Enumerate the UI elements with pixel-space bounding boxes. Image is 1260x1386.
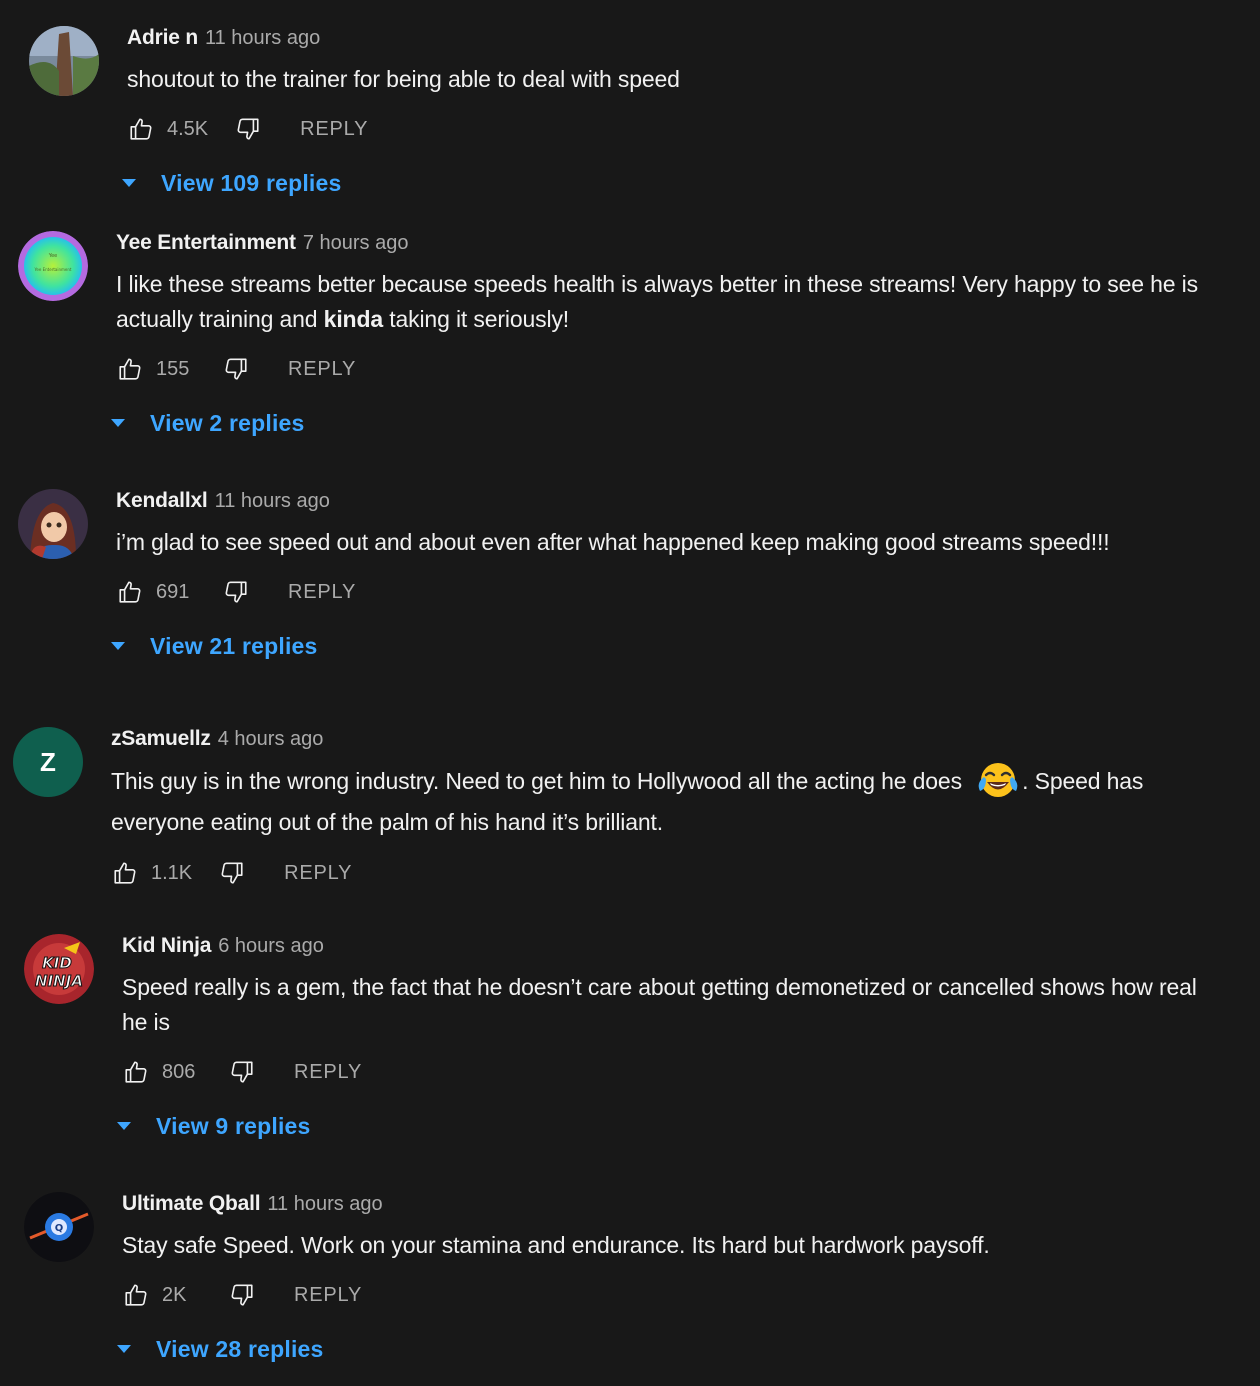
like-count: 2K: [162, 1283, 187, 1306]
caret-down-icon: [114, 1339, 134, 1359]
thumb-down-icon: [219, 860, 245, 886]
view-replies-button[interactable]: View 28 replies: [122, 1329, 1222, 1369]
thumb-up-icon: [117, 579, 143, 605]
face-with-tears-of-joy-icon: [978, 763, 1018, 797]
timestamp[interactable]: 6 hours ago: [218, 935, 324, 958]
thumb-up-icon: [123, 1059, 149, 1085]
caret-down-icon: [108, 636, 128, 656]
avatar[interactable]: Yee Yee Entertainment: [18, 231, 88, 301]
like-button[interactable]: [122, 1058, 150, 1086]
dislike-button[interactable]: [228, 1281, 256, 1309]
thumb-down-icon: [229, 1059, 255, 1085]
timestamp[interactable]: 4 hours ago: [218, 728, 324, 751]
caret-down-icon: [119, 173, 139, 193]
dislike-button[interactable]: [222, 355, 250, 383]
author-name[interactable]: Kid Ninja: [122, 934, 211, 958]
like-button[interactable]: [116, 578, 144, 606]
dislike-button[interactable]: [228, 1058, 256, 1086]
avatar-image: [18, 489, 88, 559]
like-count: 691: [156, 580, 190, 603]
like-button[interactable]: [116, 355, 144, 383]
comment-text: shoutout to the trainer for being able t…: [127, 66, 680, 92]
author-name[interactable]: Kendallxl: [116, 489, 208, 513]
author-name[interactable]: Yee Entertainment: [116, 231, 296, 255]
thumb-down-icon: [223, 356, 249, 382]
avatar-letter: Z: [40, 746, 56, 777]
comment-text: Stay safe Speed. Work on your stamina an…: [122, 1232, 990, 1258]
like-count: 806: [162, 1060, 196, 1083]
avatar-image: KID NINJA: [24, 934, 94, 1004]
thumb-up-icon: [112, 860, 138, 886]
svg-text:Yee: Yee: [48, 253, 58, 259]
view-replies-button[interactable]: View 2 replies: [116, 403, 1216, 443]
thumb-up-icon: [128, 116, 154, 142]
view-replies-button[interactable]: View 21 replies: [116, 626, 1236, 666]
timestamp[interactable]: 11 hours ago: [267, 1193, 382, 1216]
reply-button[interactable]: REPLY: [294, 1061, 362, 1084]
author-name[interactable]: Ultimate Qball: [122, 1192, 261, 1216]
like-button[interactable]: [111, 859, 139, 887]
like-button[interactable]: [127, 115, 155, 143]
reply-button[interactable]: REPLY: [300, 118, 368, 141]
timestamp[interactable]: 11 hours ago: [215, 490, 330, 513]
thumb-up-icon: [117, 356, 143, 382]
avatar[interactable]: [29, 26, 99, 96]
dislike-button[interactable]: [218, 859, 246, 887]
like-button[interactable]: [122, 1281, 150, 1309]
thumb-down-icon: [223, 579, 249, 605]
comment-text: I like these streams better because spee…: [116, 271, 1198, 332]
author-name[interactable]: zSamuellz: [111, 727, 211, 751]
svg-text:Yee Entertainment: Yee Entertainment: [34, 267, 72, 272]
avatar[interactable]: KID NINJA: [24, 934, 94, 1004]
dislike-button[interactable]: [222, 578, 250, 606]
thumb-down-icon: [229, 1282, 255, 1308]
view-replies-label: View 2 replies: [150, 409, 305, 436]
view-replies-button[interactable]: View 9 replies: [122, 1106, 1222, 1146]
view-replies-label: View 21 replies: [150, 632, 318, 659]
reply-button[interactable]: REPLY: [288, 358, 356, 381]
timestamp[interactable]: 11 hours ago: [205, 27, 320, 50]
comment-text: Speed really is a gem, the fact that he …: [122, 974, 1197, 1035]
view-replies-button[interactable]: View 109 replies: [127, 163, 680, 203]
avatar[interactable]: [18, 489, 88, 559]
svg-text:NINJA: NINJA: [35, 972, 83, 990]
avatar[interactable]: Z: [13, 727, 83, 797]
reply-button[interactable]: REPLY: [284, 862, 352, 885]
author-name[interactable]: Adrie n: [127, 26, 198, 50]
thumb-down-icon: [235, 116, 261, 142]
thumb-up-icon: [123, 1282, 149, 1308]
view-replies-label: View 109 replies: [161, 169, 342, 196]
avatar-image: Q: [24, 1192, 94, 1262]
avatar-image: [29, 26, 99, 96]
reply-button[interactable]: REPLY: [288, 581, 356, 604]
timestamp[interactable]: 7 hours ago: [303, 232, 409, 255]
caret-down-icon: [108, 413, 128, 433]
reply-button[interactable]: REPLY: [294, 1284, 362, 1307]
svg-text:KID: KID: [42, 954, 72, 972]
like-count: 1.1K: [151, 861, 193, 884]
comment-text: i’m glad to see speed out and about even…: [116, 529, 1110, 555]
svg-text:Q: Q: [55, 1223, 64, 1234]
view-replies-label: View 9 replies: [156, 1112, 311, 1139]
like-count: 155: [156, 357, 190, 380]
comment-text: This guy is in the wrong industry. Need …: [111, 759, 1201, 843]
caret-down-icon: [114, 1116, 134, 1136]
dislike-button[interactable]: [234, 115, 262, 143]
avatar[interactable]: Q: [24, 1192, 94, 1262]
view-replies-label: View 28 replies: [156, 1335, 324, 1362]
avatar-image: Yee Yee Entertainment: [18, 231, 88, 301]
like-count: 4.5K: [167, 117, 209, 140]
